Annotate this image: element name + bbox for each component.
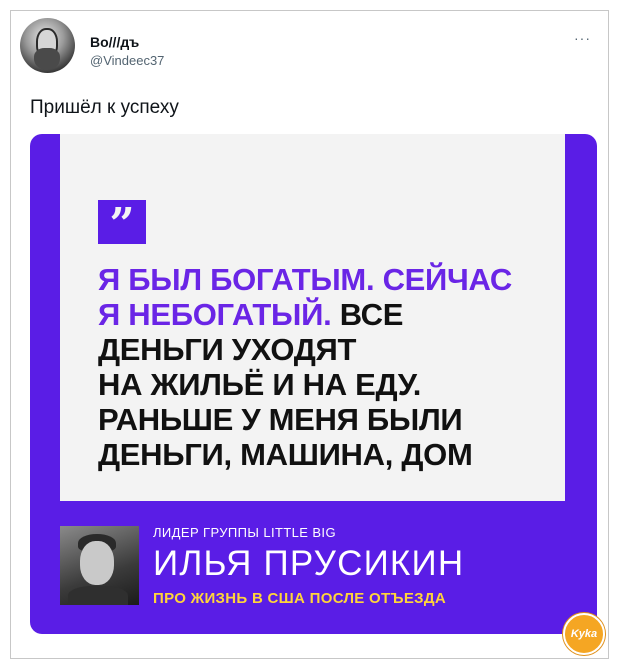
more-options-icon[interactable]: ··· — [574, 30, 591, 46]
quote-line: ДЕНЬГИ УХОДЯТ — [98, 332, 356, 368]
quote-segment: РАНЬШЕ У МЕНЯ БЫЛИ — [98, 402, 463, 437]
caption-role: ЛИДЕР ГРУППЫ LITTLE BIG — [153, 525, 336, 540]
quote-segment: НА ЖИЛЬЁ И НА ЕДУ. — [98, 367, 422, 402]
author-name[interactable]: Bo///дъ — [90, 34, 139, 50]
quote-mark-icon: ” — [98, 200, 146, 250]
quote-line: НА ЖИЛЬЁ И НА ЕДУ. — [98, 367, 421, 403]
author-handle[interactable]: @Vindeec37 — [90, 53, 164, 68]
watermark-text: Kyka — [570, 628, 598, 640]
author-avatar[interactable] — [20, 18, 75, 73]
caption-topic: ПРО ЖИЗНЬ В США ПОСЛЕ ОТЪЕЗДА — [153, 590, 446, 607]
quote-segment: ДЕНЬГИ УХОДЯТ — [98, 332, 357, 367]
quote-panel: ” Я БЫЛ БОГАТЫМ. СЕЙЧАС Я НЕБОГАТЫЙ. ВСЕ Д… — [60, 134, 565, 501]
quote-segment: Я БЫЛ БОГАТЫМ. СЕЙЧАС — [98, 262, 512, 297]
avatar-beard — [34, 48, 60, 70]
tweet-text: Пришёл к успеху — [30, 97, 179, 118]
quote-line: ДЕНЬГИ, МАШИНА, ДОМ — [98, 437, 473, 473]
tweet-image-card[interactable]: ” Я БЫЛ БОГАТЫМ. СЕЙЧАС Я НЕБОГАТЫЙ. ВСЕ Д… — [30, 134, 597, 634]
quote-segment: Я НЕБОГАТЫЙ. — [98, 297, 332, 332]
quote-line: Я БЫЛ БОГАТЫМ. СЕЙЧАС — [98, 262, 512, 298]
quote-segment: ДЕНЬГИ, МАШИНА, ДОМ — [98, 437, 473, 472]
quote-segment: ВСЕ — [331, 297, 404, 332]
quote-line: Я НЕБОГАТЫЙ. ВСЕ — [98, 297, 403, 333]
caption-name: ИЛЬЯ ПРУСИКИН — [153, 544, 465, 583]
watermark-logo: Kyka — [563, 613, 605, 655]
quote-mark-glyph: ” — [109, 199, 135, 250]
speaker-photo — [60, 526, 139, 605]
quote-line: РАНЬШЕ У МЕНЯ БЫЛИ — [98, 402, 463, 438]
